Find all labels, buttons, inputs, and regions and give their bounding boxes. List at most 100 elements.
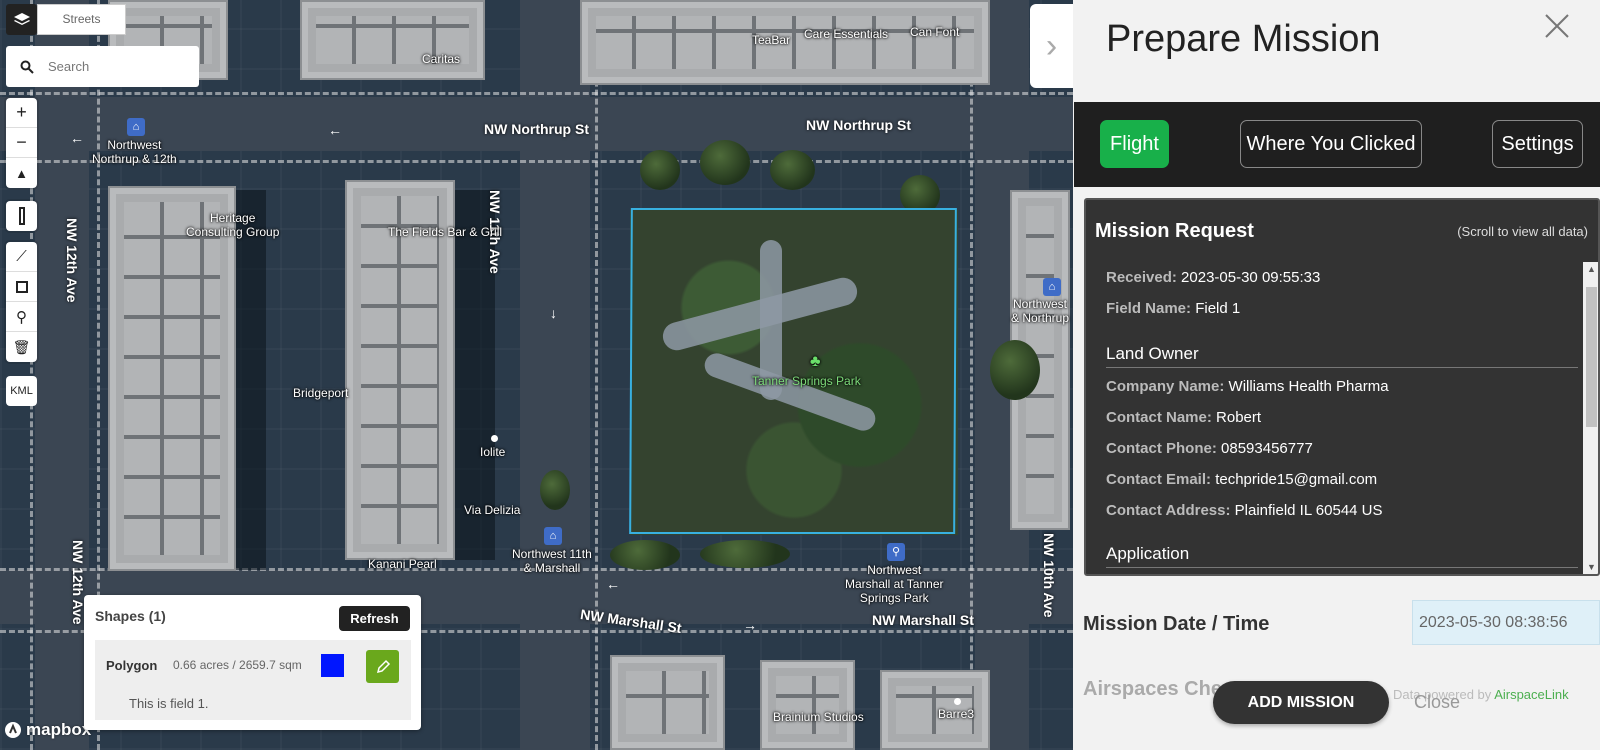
- map-canvas[interactable]: NW Northrup St NW Northrup St NW 11th Av…: [0, 0, 1073, 750]
- draw-point-button[interactable]: ⚲: [6, 302, 37, 332]
- contact-phone-value: 08593456777: [1221, 440, 1313, 457]
- shape-description: This is field 1.: [129, 696, 209, 711]
- expand-panel-button[interactable]: ›: [1030, 4, 1073, 88]
- received-label: Received:: [1106, 269, 1177, 286]
- marker-icon: ⚲: [16, 308, 27, 326]
- field-name-value: Field 1: [1195, 300, 1241, 317]
- draw-polygon-button[interactable]: [6, 272, 37, 302]
- contact-phone-row: Contact Phone: 08593456777: [1106, 440, 1313, 457]
- shapes-panel: Shapes (1) Refresh Polygon 0.66 acres / …: [84, 595, 421, 730]
- shape-color-swatch[interactable]: [321, 654, 344, 677]
- place-label: Care Essentials: [804, 27, 889, 41]
- scroll-thumb[interactable]: [1586, 287, 1597, 427]
- oneway-arrow-icon: ←: [606, 576, 620, 592]
- building-roof: [610, 655, 725, 750]
- field-name-label: Field Name:: [1106, 300, 1192, 317]
- building-roof: [300, 0, 485, 80]
- prepare-mission-panel: Prepare Mission Flight Where You Clicked…: [1073, 0, 1600, 750]
- park-icon[interactable]: ♣: [810, 354, 821, 370]
- close-button[interactable]: Close: [1414, 692, 1460, 713]
- tab-flight[interactable]: Flight: [1100, 120, 1169, 168]
- tab-settings[interactable]: Settings: [1492, 120, 1583, 168]
- transit-icon[interactable]: ⌂: [1043, 278, 1061, 296]
- tab-where-you-clicked[interactable]: Where You Clicked: [1240, 120, 1422, 168]
- chevron-right-icon: ›: [1045, 26, 1058, 65]
- crosswalk-line: [970, 0, 973, 750]
- contact-email-row: Contact Email: techpride15@gmail.com: [1106, 471, 1377, 488]
- tree: [770, 150, 815, 190]
- tree: [610, 540, 680, 570]
- trash-icon: 🗑: [12, 338, 31, 355]
- contact-phone-label: Contact Phone:: [1106, 440, 1217, 457]
- shape-size: 0.66 acres / 2659.7 sqm: [173, 658, 302, 672]
- place-label: Northwest Northrup & 12th: [92, 138, 177, 166]
- zoom-out-button[interactable]: −: [6, 128, 37, 158]
- map-search[interactable]: [6, 46, 199, 87]
- crosswalk-line: [595, 0, 598, 750]
- application-header: Application: [1106, 544, 1578, 568]
- oneway-arrow-icon: ←: [328, 122, 342, 138]
- poi-dot[interactable]: [491, 435, 498, 442]
- place-label: Tanner Springs Park: [752, 374, 861, 388]
- company-label: Company Name:: [1106, 378, 1225, 395]
- crosswalk-line: [0, 92, 1073, 95]
- transit-icon[interactable]: ⌂: [544, 527, 562, 545]
- company-row: Company Name: Williams Health Pharma: [1106, 378, 1389, 395]
- shape-list-item[interactable]: Polygon 0.66 acres / 2659.7 sqm This is …: [95, 640, 411, 720]
- bike-share-icon[interactable]: ⚲: [887, 543, 905, 561]
- mission-date-input[interactable]: [1412, 600, 1600, 645]
- scroll-down-icon[interactable]: ▼: [1587, 562, 1596, 572]
- street-label: NW 12th Ave: [64, 218, 80, 303]
- place-label: Kanani Pearl: [368, 557, 437, 571]
- street-label: NW Northrup St: [484, 121, 589, 137]
- airspaces-check-label: Airspaces Che: [1083, 678, 1222, 700]
- close-panel-button[interactable]: [1543, 12, 1573, 42]
- place-label: Caritas: [422, 52, 461, 66]
- refresh-button[interactable]: Refresh: [339, 606, 410, 631]
- ruler-button[interactable]: [6, 201, 37, 231]
- layers-button[interactable]: [6, 4, 37, 35]
- mapbox-logo[interactable]: mapbox: [4, 720, 91, 740]
- field-polygon[interactable]: [629, 208, 957, 534]
- mission-request-title: Mission Request: [1095, 220, 1254, 242]
- powered-brand-link[interactable]: AirspaceLink: [1494, 687, 1568, 702]
- contact-address-row: Contact Address: Plainfield IL 60544 US: [1106, 502, 1383, 519]
- building-roof: [760, 660, 855, 750]
- search-input[interactable]: [46, 58, 186, 75]
- contact-name-value: Robert: [1216, 409, 1262, 426]
- attribution-text: mapbox: [26, 720, 92, 739]
- zoom-in-button[interactable]: +: [6, 98, 37, 128]
- transit-icon[interactable]: ⌂: [127, 118, 145, 136]
- close-icon: [1545, 14, 1569, 38]
- zoom-controls: + − ▲: [6, 98, 37, 188]
- scroll-up-icon[interactable]: ▲: [1587, 264, 1596, 274]
- contact-email-label: Contact Email:: [1106, 471, 1212, 488]
- compass-button[interactable]: ▲: [6, 158, 37, 188]
- layers-icon: [13, 12, 30, 25]
- contact-name-label: Contact Name:: [1106, 409, 1212, 426]
- mission-request-box: Mission Request (Scroll to view all data…: [1084, 198, 1600, 576]
- draw-line-button[interactable]: ⟋: [6, 242, 37, 272]
- contact-email-value: techpride15@gmail.com: [1215, 471, 1378, 488]
- poi-dot[interactable]: [954, 698, 961, 705]
- mission-scrollbar[interactable]: ▲ ▼: [1583, 262, 1598, 574]
- place-label: TeaBar: [752, 33, 791, 47]
- place-label: Via Delizia: [464, 503, 521, 517]
- panel-title: Prepare Mission: [1106, 18, 1381, 60]
- place-label: Iolite: [480, 445, 506, 459]
- contact-name-row: Contact Name: Robert: [1106, 409, 1261, 426]
- scroll-hint: (Scroll to view all data): [1457, 224, 1588, 239]
- place-label: Northwest & Northrup: [1011, 297, 1070, 325]
- place-label: The Fields Bar & Grill: [388, 225, 503, 239]
- mission-date-label: Mission Date / Time: [1083, 613, 1270, 635]
- mission-request-content[interactable]: Received: 2023-05-30 09:55:33 Field Name…: [1086, 262, 1581, 574]
- delete-shape-button[interactable]: 🗑: [6, 332, 37, 362]
- field-name-row: Field Name: Field 1: [1106, 300, 1240, 317]
- kml-button[interactable]: KML: [6, 376, 37, 406]
- tree: [640, 150, 680, 190]
- compass-icon: ▲: [15, 165, 28, 181]
- received-value: 2023-05-30 09:55:33: [1181, 269, 1321, 286]
- add-mission-button[interactable]: ADD MISSION: [1213, 681, 1389, 724]
- map-style-select[interactable]: Streets: [37, 4, 126, 35]
- edit-shape-button[interactable]: [366, 650, 399, 683]
